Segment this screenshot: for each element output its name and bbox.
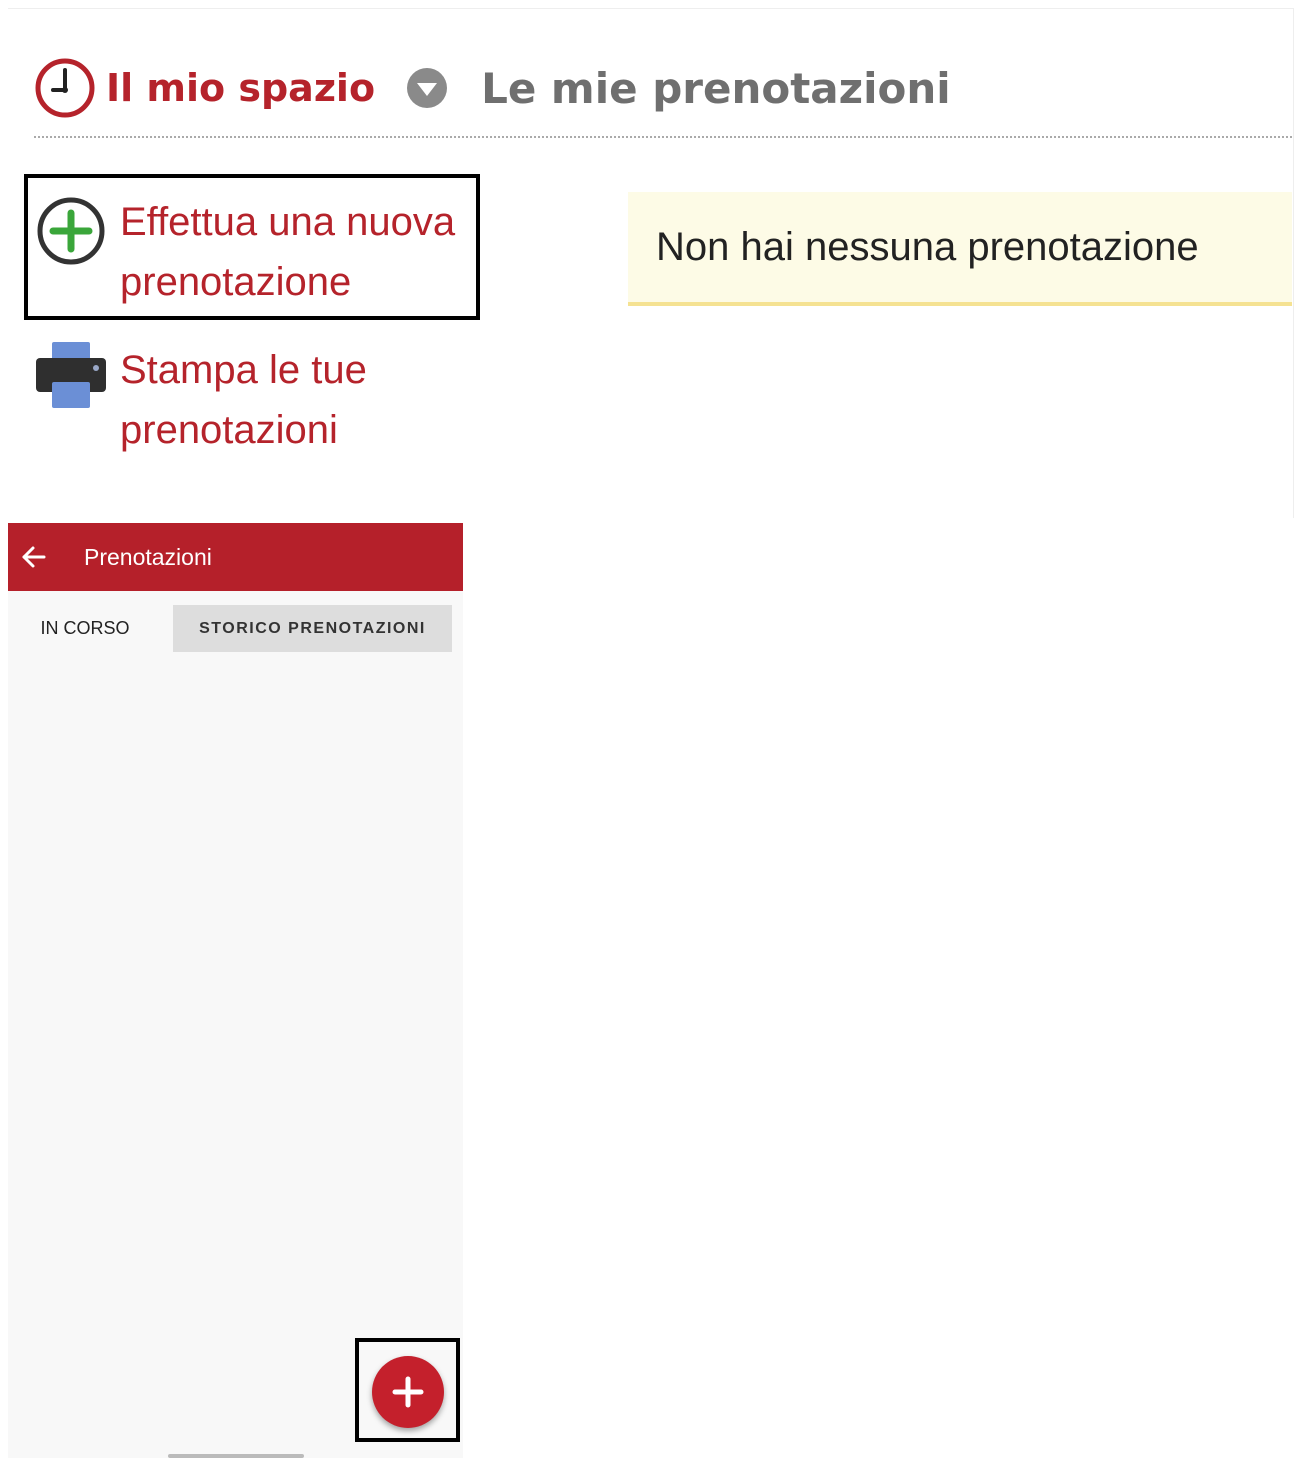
app-bar: Prenotazioni bbox=[8, 523, 463, 591]
breadcrumb: Il mio spazio Le mie prenotazioni bbox=[34, 56, 951, 120]
breadcrumb-current: Le mie prenotazioni bbox=[481, 63, 951, 113]
plus-icon bbox=[392, 1376, 424, 1408]
breadcrumb-home-link[interactable]: Il mio spazio bbox=[34, 57, 375, 119]
clock-icon bbox=[35, 58, 95, 118]
empty-bookings-notice: Non hai nessuna prenotazione bbox=[628, 192, 1292, 306]
tab-in-corso[interactable]: IN CORSO bbox=[26, 605, 144, 652]
mobile-app-screen: Prenotazioni IN CORSO STORICO PRENOTAZIO… bbox=[8, 523, 463, 1458]
add-booking-fab[interactable] bbox=[372, 1356, 444, 1428]
chevron-down-circle-icon bbox=[407, 68, 448, 108]
empty-bookings-text: Non hai nessuna prenotazione bbox=[656, 224, 1199, 269]
new-booking-label: Effettua una nuova prenotazione bbox=[120, 200, 456, 304]
breadcrumb-home-label: Il mio spazio bbox=[106, 66, 376, 110]
tab-bar: IN CORSO STORICO PRENOTAZIONI bbox=[8, 605, 463, 653]
tab-storico-prenotazioni[interactable]: STORICO PRENOTAZIONI bbox=[173, 605, 452, 652]
page-right-border bbox=[1293, 8, 1294, 518]
print-bookings-link[interactable]: Stampa le tue prenotazioni bbox=[24, 338, 480, 468]
home-indicator bbox=[168, 1454, 304, 1458]
breadcrumb-divider bbox=[34, 136, 1292, 138]
arrow-back-icon[interactable] bbox=[20, 543, 48, 571]
print-bookings-label: Stampa le tue prenotazioni bbox=[120, 348, 367, 452]
new-booking-link[interactable]: Effettua una nuova prenotazione bbox=[24, 174, 480, 320]
plus-circle-icon bbox=[37, 197, 105, 265]
page-top-border bbox=[8, 8, 1294, 9]
printer-icon bbox=[36, 342, 106, 408]
app-bar-title: Prenotazioni bbox=[84, 543, 212, 570]
